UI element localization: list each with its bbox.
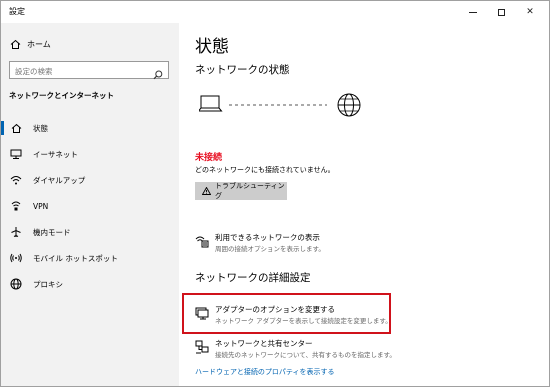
highlight-box [182,293,391,334]
sidebar-item-status[interactable]: 状態 [1,115,179,141]
troubleshoot-button[interactable]: トラブルシューティング [195,182,287,200]
home-status-icon [9,123,23,134]
hotspot-icon [9,252,23,264]
dialup-icon [9,175,23,185]
hardware-properties-link[interactable]: ハードウェアと接続のプロパティを表示する [195,367,334,377]
sidebar-item-label: イーサネット [33,149,78,159]
sidebar-home[interactable]: ホーム [9,37,51,51]
sidebar-item-hotspot[interactable]: モバイル ホットスポット [1,245,179,271]
sidebar-item-dialup[interactable]: ダイヤルアップ [1,167,179,193]
sidebar-item-label: 状態 [33,123,48,133]
maximize-button[interactable] [487,1,515,23]
title-bar: 設定 ✕ [1,1,549,23]
globe-icon [9,278,23,290]
warning-icon [202,187,211,195]
laptop-icon [197,95,223,112]
ethernet-icon [9,149,23,159]
sidebar-item-label: VPN [33,201,49,211]
sidebar-item-label: モバイル ホットスポット [33,253,118,263]
sidebar-item-label: プロキシ [33,279,63,289]
sharing-center-title: ネットワークと共有センター [215,339,313,348]
advanced-settings-heading: ネットワークの詳細設定 [195,272,311,284]
airplane-icon [9,226,23,238]
vpn-icon [9,201,23,211]
network-diagram [197,93,369,123]
search-input[interactable]: 設定の検索 [9,61,169,80]
sidebar-item-ethernet[interactable]: イーサネット [1,141,179,167]
home-label: ホーム [27,39,51,49]
page-title: 状態 [195,37,229,57]
sidebar-item-label: 機内モード [33,227,71,237]
sidebar-section-title: ネットワークとインターネット [9,91,114,100]
available-networks-link[interactable]: 利用できるネットワークの表示 周囲の接続オプションを表示します。 [195,231,495,259]
minimize-button[interactable] [459,1,487,23]
search-placeholder: 設定の検索 [15,67,53,76]
sidebar-item-vpn[interactable]: VPN [1,193,179,219]
close-button[interactable]: ✕ [516,1,544,23]
network-status-heading: ネットワークの状態 [195,64,290,76]
close-icon: ✕ [526,7,534,17]
network-list-icon [195,233,209,248]
minimize-icon [469,11,477,13]
settings-window: 設定 ✕ ホーム 設定の検索 ネットワークとインターネット 状態 イーサネット … [0,0,550,387]
laptop-to-internet-diagram [197,93,361,117]
available-networks-title: 利用できるネットワークの表示 [215,233,320,242]
sidebar-item-label: ダイヤルアップ [33,175,86,185]
search-icon [153,65,163,84]
sharing-center-desc: 接続先のネットワークについて、共有するものを指定します。 [215,351,396,359]
available-networks-desc: 周囲の接続オプションを表示します。 [215,245,325,253]
sharing-center-icon [195,339,209,354]
maximize-icon [497,8,505,16]
troubleshoot-label: トラブルシューティング [215,182,285,200]
internet-globe-icon [337,93,361,117]
sidebar-item-airplane[interactable]: 機内モード [1,219,179,245]
home-icon [9,39,21,50]
window-title: 設定 [9,7,25,16]
sidebar-item-proxy[interactable]: プロキシ [1,271,179,297]
connection-status-title: 未接続 [195,153,223,163]
sidebar: ホーム 設定の検索 ネットワークとインターネット 状態 イーサネット ダイヤルア… [1,23,179,386]
connection-status-desc: どのネットワークにも接続されていません。 [195,166,335,174]
sharing-center-link[interactable]: ネットワークと共有センター 接続先のネットワークについて、共有するものを指定しま… [195,337,495,365]
